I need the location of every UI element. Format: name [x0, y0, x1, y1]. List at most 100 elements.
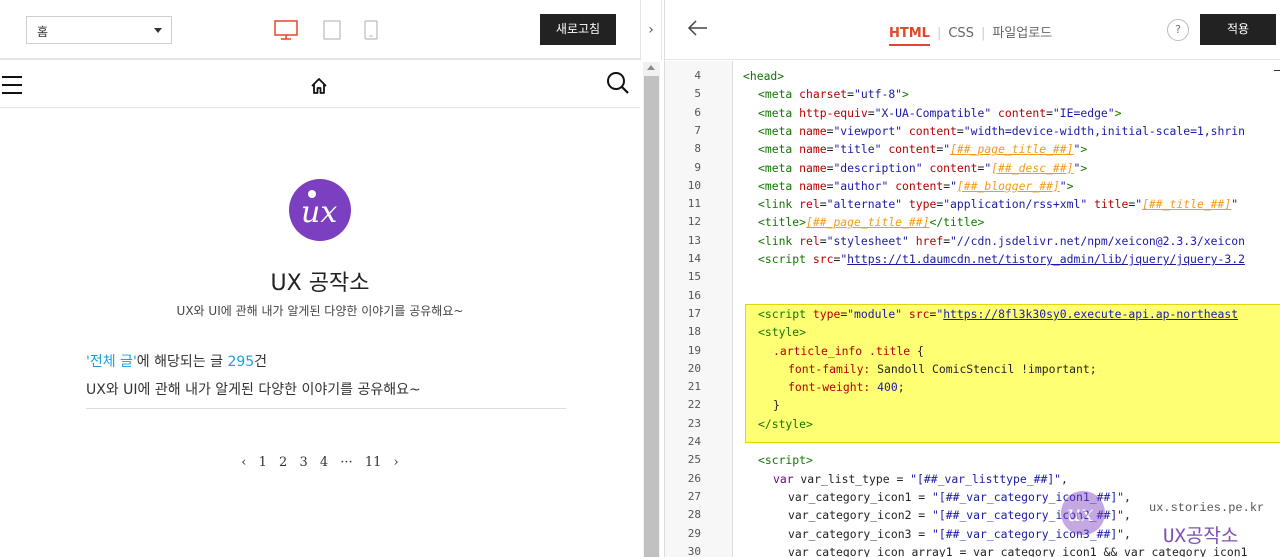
category-suffix: 건 — [254, 354, 268, 370]
line-number: 23 — [687, 416, 701, 430]
watermark: ux ux.stories.pe.kr UX공작소 — [1059, 489, 1269, 557]
line-number: 19 — [687, 343, 701, 357]
watermark-site: ux.stories.pe.kr — [1149, 501, 1265, 515]
collapse-panel-button[interactable]: › — [640, 0, 662, 60]
page-link[interactable]: 2 — [279, 455, 287, 470]
line-number: 21 — [687, 380, 701, 394]
line-number: 13 — [687, 233, 701, 247]
preview-header — [0, 62, 640, 108]
code-text: .article_info .title { — [773, 343, 924, 358]
code-text: font-weight: 400; — [788, 380, 905, 395]
line-number: 6 — [694, 105, 701, 119]
line-number: 5 — [694, 87, 701, 101]
home-icon[interactable] — [309, 76, 329, 96]
preview-panel: 홈 새로고침 › ux UX 공작소 UX와 UI에 관해 내가 알게된 다양한… — [0, 0, 662, 557]
code-line[interactable]: 7 <meta name="viewport" content="width=de… — [665, 122, 1280, 140]
page-link[interactable]: 11 — [365, 455, 382, 470]
help-button[interactable]: ? — [1167, 19, 1189, 41]
code-line[interactable]: 22} — [665, 396, 1280, 414]
svg-text:ux: ux — [1067, 502, 1094, 527]
line-number: 17 — [687, 306, 701, 320]
scroll-up-icon[interactable] — [647, 65, 655, 70]
code-text: <meta name="viewport" content="width=dev… — [758, 123, 1245, 138]
code-line[interactable]: 6 <meta http-equiv="X-UA-Compatible" cont… — [665, 104, 1280, 122]
refresh-button[interactable]: 새로고침 — [540, 14, 616, 45]
prev-page-button[interactable]: ‹ — [241, 455, 246, 470]
line-number: 7 — [694, 123, 701, 137]
code-line[interactable]: 10 <meta name="author" content="[##_blogg… — [665, 177, 1280, 195]
menu-icon[interactable] — [2, 76, 22, 94]
code-line[interactable]: 20 font-family: Sandoll ComicStencil !imp… — [665, 360, 1280, 378]
line-number: 4 — [694, 69, 701, 82]
category-description: UX와 UI에 관해 내가 알게된 다양한 이야기를 공유해요~ — [86, 382, 421, 398]
line-number: 14 — [687, 252, 701, 265]
next-page-button[interactable]: › — [394, 455, 399, 470]
back-button[interactable] — [687, 18, 709, 42]
code-line[interactable]: 23 </style> — [665, 415, 1280, 433]
code-line[interactable]: 5 <meta charset="utf-8"> — [665, 85, 1280, 103]
page-link[interactable]: 4 — [320, 455, 328, 470]
code-line[interactable]: 13 <link rel="stylesheet" href="//cdn.jsd… — [665, 232, 1280, 250]
code-editor[interactable]: 4 <head> 5 <meta charset="utf-8"> 6 <meta htt… — [665, 61, 1280, 557]
apply-button[interactable]: 적용 — [1200, 14, 1276, 45]
code-text: font-family: Sandoll ComicStencil !impor… — [788, 361, 1097, 376]
line-number: 11 — [687, 197, 701, 211]
code-text: <script> — [758, 453, 813, 468]
code-text: <meta name="author" content="[##_blogger… — [758, 178, 1074, 193]
editor-tabs: HTML | CSS | 파일업로드 — [889, 22, 1052, 46]
page-link[interactable]: 1 — [259, 455, 267, 470]
svg-text:ux: ux — [301, 195, 337, 230]
code-text: var var_list_type = "[##_var_listtype_##… — [773, 471, 1068, 486]
code-line[interactable]: 9 <meta name="description" content="[##_d… — [665, 159, 1280, 177]
code-text: <script type="module" src="https://8fl3k… — [758, 306, 1239, 321]
desktop-icon[interactable] — [274, 20, 298, 40]
line-number: 29 — [687, 526, 701, 540]
category-select-value: 홈 — [37, 25, 49, 39]
scrollbar-thumb[interactable] — [644, 76, 659, 557]
code-line[interactable]: 25 <script> — [665, 451, 1280, 469]
tab-html[interactable]: HTML — [889, 26, 930, 46]
line-number: 10 — [687, 178, 701, 192]
code-line[interactable]: 17 <script type="module" src="https://8fl… — [665, 305, 1280, 323]
line-number: 12 — [687, 215, 701, 229]
page-ellipsis: ··· — [340, 455, 353, 470]
preview-scrollbar[interactable] — [643, 62, 660, 557]
category-select[interactable]: 홈 — [26, 16, 172, 44]
mobile-icon[interactable] — [364, 20, 378, 40]
code-line[interactable]: 4 <head> — [665, 67, 1280, 85]
code-line[interactable]: 14 <script src="https://t1.daumcdn.net/ti… — [665, 250, 1280, 268]
blog-logo: ux — [289, 179, 351, 241]
blog-title: UX 공작소 — [270, 271, 370, 296]
code-text: <meta name="description" content="[##_de… — [758, 160, 1088, 175]
tab-css[interactable]: CSS — [948, 26, 974, 41]
code-line[interactable]: 26 var var_list_type = "[##_var_listtype_… — [665, 470, 1280, 488]
code-line[interactable]: 15 — [665, 268, 1280, 286]
line-number: 16 — [687, 288, 701, 302]
code-line[interactable]: 19 .article_info .title { — [665, 342, 1280, 360]
code-line[interactable]: 18 <style> — [665, 323, 1280, 341]
code-text: <title>[##_page_title_##]</title> — [758, 215, 985, 230]
code-line[interactable]: 24 — [665, 433, 1280, 451]
line-number: 26 — [687, 471, 701, 485]
pagination: ‹ 1 2 3 4 ··· 11 › — [0, 455, 640, 470]
watermark-logo: ux — [1061, 491, 1105, 535]
code-line[interactable]: 21 font-weight: 400; — [665, 378, 1280, 396]
code-text: } — [773, 398, 780, 413]
code-line[interactable]: 16 — [665, 287, 1280, 305]
line-number: 22 — [687, 398, 701, 412]
code-text: <style> — [758, 325, 807, 340]
code-line[interactable]: 8 <meta name="title" content="[##_page_ti… — [665, 140, 1280, 158]
line-number: 18 — [687, 325, 701, 339]
post-count: 295 — [227, 354, 255, 370]
line-number: 8 — [694, 142, 701, 156]
tab-separator: | — [936, 26, 942, 41]
category-name[interactable]: '전체 글' — [86, 354, 137, 370]
code-line[interactable]: 11 <link rel="alternate" type="applicatio… — [665, 195, 1280, 213]
code-text: <meta http-equiv="X-UA-Compatible" conte… — [758, 105, 1122, 120]
search-icon[interactable] — [606, 71, 630, 95]
page-link[interactable]: 3 — [299, 455, 307, 470]
code-line[interactable]: 12 <title>[##_page_title_##]</title> — [665, 213, 1280, 231]
tablet-icon[interactable] — [323, 20, 341, 40]
category-summary: '전체 글'에 해당되는 글 295건 — [86, 351, 267, 371]
tab-file-upload[interactable]: 파일업로드 — [992, 26, 1052, 41]
